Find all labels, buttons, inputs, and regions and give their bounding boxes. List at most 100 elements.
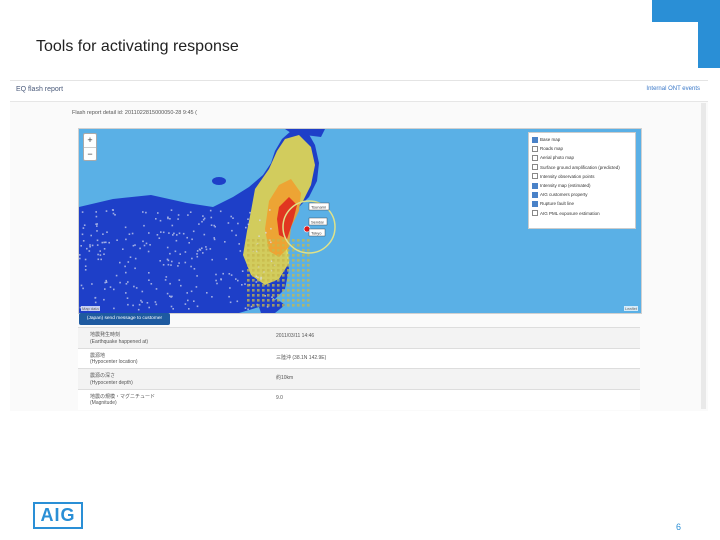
grid-cell (302, 304, 305, 307)
layer-checkbox[interactable] (532, 145, 538, 152)
grid-cell (272, 279, 275, 282)
corner-accent-top (652, 0, 720, 22)
detail-label: 震源の深さ (Hypocenter depth) (90, 373, 133, 386)
grid-cell (247, 254, 250, 257)
land-speckle (139, 247, 141, 250)
layer-toggle-item[interactable]: Roads map (532, 144, 632, 153)
page-scrollbar[interactable] (701, 103, 706, 409)
land-speckle (103, 248, 106, 250)
land-speckle (89, 245, 91, 248)
grid-cell (302, 289, 305, 292)
land-speckle (271, 296, 273, 298)
land-speckle (190, 290, 193, 293)
land-speckle (198, 223, 200, 225)
land-speckle (215, 273, 217, 276)
land-speckle (82, 227, 85, 229)
land-speckle (162, 231, 165, 234)
layer-toggle-item[interactable]: Intensity map (estimated) (532, 181, 632, 190)
grid-cell (267, 299, 270, 302)
land-speckle (178, 232, 181, 235)
callout-1: Tsunami (308, 202, 330, 211)
layer-checkbox[interactable] (532, 136, 538, 143)
zoom-in-button[interactable]: + (84, 134, 96, 148)
grid-cell (257, 259, 260, 262)
layer-checkbox[interactable] (532, 173, 538, 180)
send-message-button[interactable]: (Japan) send message to customer (79, 313, 170, 325)
layer-toggle-item[interactable]: Aerial photo map (532, 153, 632, 162)
corner-accent-side (698, 22, 720, 68)
grid-cell (307, 239, 310, 242)
land-speckle (150, 283, 153, 285)
grid-cell (292, 279, 295, 282)
grid-cell (267, 274, 270, 277)
land-speckle (83, 224, 86, 226)
land-speckle (229, 287, 231, 289)
layer-label: AIG customers property (540, 192, 588, 198)
layer-checkbox[interactable] (532, 210, 538, 217)
land-speckle (94, 301, 97, 304)
grid-cell (262, 244, 265, 247)
grid-cell (277, 259, 280, 262)
layer-label: Surface ground amplification (predicted) (540, 164, 620, 170)
grid-cell (307, 284, 310, 287)
grid-cell (257, 279, 260, 282)
grid-cell (287, 269, 290, 272)
app-header: EQ flash report Internal ONT events (10, 81, 708, 102)
layer-checkbox[interactable] (532, 182, 538, 189)
layer-toggle-item[interactable]: AIG PML exposure estimation (532, 209, 632, 218)
land-speckle (104, 281, 106, 284)
grid-cell (252, 284, 255, 287)
grid-cell (257, 254, 260, 257)
land-speckle (82, 287, 84, 290)
zoom-out-button[interactable]: − (84, 148, 96, 161)
land-speckle (141, 290, 144, 293)
layer-toggle-item[interactable]: Rupture fault line (532, 199, 632, 208)
land-speckle (142, 240, 144, 243)
grid-cell (297, 274, 300, 277)
grid-cell (267, 259, 270, 262)
grid-cell (257, 274, 260, 277)
layer-checkbox[interactable] (532, 191, 538, 198)
grid-cell (257, 304, 260, 307)
app-title: EQ flash report (16, 86, 64, 93)
grid-cell (277, 244, 280, 247)
layer-toggle-item[interactable]: Intensity observation points (532, 172, 632, 181)
map-attribution-right[interactable]: Leaflet (623, 306, 638, 311)
grid-cell (292, 284, 295, 287)
land-speckle (148, 279, 150, 281)
land-speckle (244, 283, 246, 285)
layer-toggle-item[interactable]: Base map (532, 135, 632, 144)
grid-cell (257, 244, 260, 247)
grid-cell (297, 299, 300, 302)
layer-checkbox[interactable] (532, 164, 538, 171)
layer-toggle-item[interactable]: AIG customers property (532, 190, 632, 199)
layer-checkbox[interactable] (532, 154, 538, 161)
land-speckle (167, 217, 169, 220)
land-speckle (179, 253, 181, 255)
land-speckle (219, 210, 222, 213)
land-speckle (247, 223, 250, 226)
land-speckle (155, 288, 158, 290)
layer-checkbox[interactable] (532, 200, 538, 207)
grid-cell (282, 279, 285, 282)
grid-cell (262, 304, 265, 307)
layer-toggle-item[interactable]: Surface ground amplification (predicted) (532, 163, 632, 172)
grid-cell (297, 259, 300, 262)
intensity-map[interactable]: Tsunami Sendai Tokyo + − Base map Roads m… (78, 128, 642, 314)
detail-row: 地震の規模・マグニチュード (Magnitude) 9.0 (78, 388, 640, 410)
grid-cell (282, 299, 285, 302)
grid-cell (262, 264, 265, 267)
land-speckle (166, 292, 169, 295)
callout-2: Sendai (308, 217, 328, 226)
land-speckle (104, 288, 106, 290)
land-speckle (184, 251, 187, 253)
land-speckle (224, 241, 226, 243)
grid-cell (287, 289, 290, 292)
land-speckle (103, 241, 105, 244)
internal-events-link[interactable]: Internal ONT events (646, 86, 700, 92)
land-speckle (157, 212, 159, 214)
land-speckle (270, 227, 272, 230)
land-speckle (145, 211, 147, 214)
land-speckle (206, 292, 208, 294)
land-speckle (210, 216, 213, 219)
